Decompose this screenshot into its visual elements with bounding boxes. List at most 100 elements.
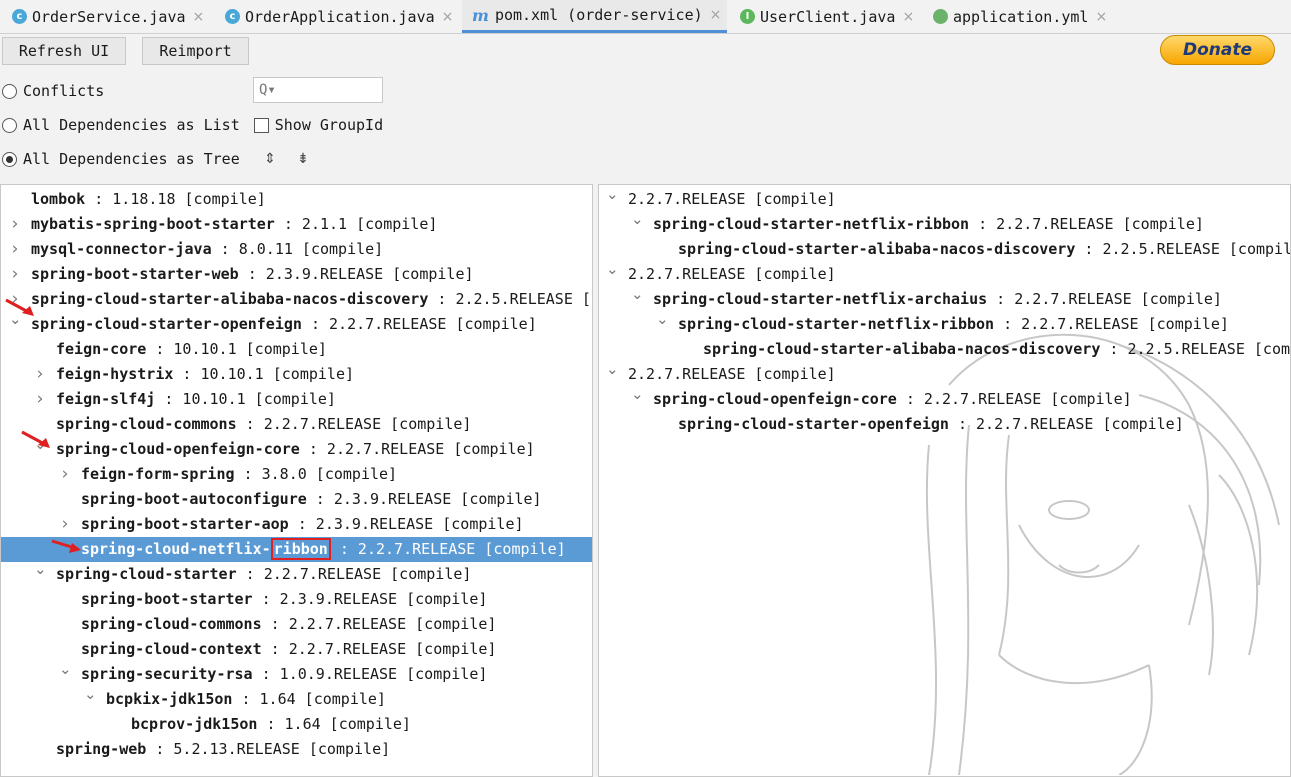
- reimport-button[interactable]: Reimport: [142, 37, 249, 65]
- chevron-down-icon[interactable]: ⌄: [606, 257, 619, 282]
- tree-row[interactable]: › feign-slf4j : 10.10.1 [compile]: [1, 387, 592, 412]
- tree-row[interactable]: spring-cloud-starter-alibaba-nacos-disco…: [599, 337, 1290, 362]
- dependency-version: : 10.10.1 [compile]: [173, 365, 355, 383]
- chevron-down-icon[interactable]: ⌄: [606, 185, 619, 207]
- chevron-down-icon[interactable]: ⌄: [656, 307, 669, 332]
- chevron-down-icon[interactable]: ⌄: [59, 657, 72, 682]
- tree-option[interactable]: All Dependencies as Tree: [2, 150, 240, 168]
- dependency-name: spring-cloud-context: [81, 640, 262, 658]
- tree-row[interactable]: › spring-boot-starter-aop : 2.3.9.RELEASE…: [1, 512, 592, 537]
- expand-all-icon[interactable]: ⇕: [261, 150, 279, 168]
- list-option[interactable]: All Dependencies as List Show GroupId: [2, 116, 383, 134]
- tree-row[interactable]: lombok : 1.18.18 [compile]: [1, 187, 592, 212]
- tree-row[interactable]: › spring-boot-starter-web : 2.3.9.RELEASE…: [1, 262, 592, 287]
- dependency-name: feign-hystrix: [56, 365, 174, 383]
- spring-class-icon: c: [225, 9, 240, 24]
- tab-orderservice[interactable]: c OrderService.java ×: [12, 0, 204, 33]
- search-input[interactable]: Q▾: [253, 77, 383, 103]
- tree-label: All Dependencies as Tree: [23, 150, 240, 168]
- chevron-right-icon[interactable]: ›: [9, 212, 21, 237]
- chevron-right-icon[interactable]: ›: [59, 512, 71, 537]
- tree-row[interactable]: ⌄spring-cloud-openfeign-core : 2.2.7.REL…: [599, 385, 1290, 412]
- dependency-version: : 2.2.7.RELEASE [compile]: [896, 390, 1132, 408]
- tree-row[interactable]: spring-cloud-starter-openfeign : 2.2.7.R…: [599, 412, 1290, 437]
- list-radio[interactable]: [2, 117, 17, 133]
- chevron-down-icon[interactable]: ⌄: [84, 682, 97, 707]
- dependency-version: : 2.2.5.RELEASE [c: [428, 290, 593, 308]
- tree-row[interactable]: ⌄ 2.2.7.RELEASE [compile]: [599, 260, 1290, 287]
- chevron-down-icon[interactable]: ⌄: [631, 207, 644, 232]
- dependency-name: spring-cloud-openfeign-core: [56, 440, 300, 458]
- chevron-down-icon[interactable]: ⌄: [631, 282, 644, 307]
- dependency-version: : 2.2.5.RELEASE [compil: [1075, 240, 1291, 258]
- dependency-name: feign-form-spring: [81, 465, 235, 483]
- close-icon[interactable]: ×: [902, 9, 914, 25]
- tree-row[interactable]: › feign-hystrix : 10.10.1 [compile]: [1, 362, 592, 387]
- tab-userclient[interactable]: I UserClient.java ×: [740, 0, 914, 33]
- dependency-version: : 1.0.9.RELEASE [compile]: [252, 665, 488, 683]
- chevron-down-icon[interactable]: ⌄: [606, 357, 619, 382]
- tree-row[interactable]: ⌄ spring-cloud-starter-netflix-ribbon : 2…: [599, 310, 1290, 337]
- tree-row[interactable]: spring-cloud-context : 2.2.7.RELEASE [co…: [1, 637, 592, 662]
- chevron-down-icon[interactable]: ⌄: [34, 557, 47, 582]
- tab-orderapplication[interactable]: c OrderApplication.java ×: [225, 0, 453, 33]
- dependency-name: feign-core: [56, 340, 147, 358]
- chevron-down-icon[interactable]: ⌄: [631, 382, 644, 407]
- tree-row[interactable]: spring-boot-starter : 2.3.9.RELEASE [com…: [1, 587, 592, 612]
- dependency-name: spring-boot-starter-aop: [81, 515, 289, 533]
- show-groupid-checkbox[interactable]: [253, 117, 269, 133]
- refresh-ui-button[interactable]: Refresh UI: [2, 37, 126, 65]
- tree-row[interactable]: ⌄ spring-cloud-starter : 2.2.7.RELEASE [c…: [1, 560, 592, 587]
- tree-row[interactable]: › mybatis-spring-boot-starter : 2.1.1 [co…: [1, 212, 592, 237]
- tree-row[interactable]: bcprov-jdk15on : 1.64 [compile]: [1, 712, 592, 737]
- dependency-name: spring-boot-starter-web: [31, 265, 239, 283]
- conflicts-radio[interactable]: [2, 83, 17, 99]
- chevron-right-icon[interactable]: ›: [34, 387, 46, 412]
- dependency-name: spring-boot-starter: [81, 590, 253, 608]
- tab-pom-xml[interactable]: m pom.xml (order-service) ×: [462, 0, 728, 33]
- dependency-name: spring-boot-autoconfigure: [81, 490, 307, 508]
- close-icon[interactable]: ×: [710, 7, 722, 23]
- list-label: All Dependencies as List: [23, 116, 240, 134]
- interface-icon: I: [740, 9, 755, 24]
- tree-row[interactable]: ⌄ 2.2.7.RELEASE [compile]: [599, 360, 1290, 387]
- dependency-version: : 2.2.7.RELEASE [compile]: [261, 615, 497, 633]
- conflicts-option[interactable]: Conflicts: [2, 82, 104, 100]
- dependency-version: : 10.10.1 [compile]: [146, 340, 327, 358]
- dependency-version: : 1.64 [compile]: [232, 690, 386, 708]
- close-icon[interactable]: ×: [442, 9, 454, 25]
- chevron-right-icon[interactable]: ›: [59, 462, 71, 487]
- tree-row[interactable]: spring-cloud-netflix-ribbon : 2.2.7.RELE…: [1, 537, 592, 562]
- conflicts-label: Conflicts: [23, 82, 105, 100]
- dependency-name: spring-cloud-starter-openfeign: [678, 415, 949, 433]
- tree-row[interactable]: ⌄spring-cloud-openfeign-core : 2.2.7.REL…: [1, 435, 592, 462]
- dependency-version: : 2.2.7.RELEASE [compile]: [330, 540, 566, 558]
- tree-row[interactable]: ⌄ spring-cloud-starter-netflix-archaius :…: [599, 285, 1290, 312]
- tree-row[interactable]: ⌄ spring-cloud-starter-openfeign : 2.2.7.…: [1, 310, 592, 337]
- collapse-all-icon[interactable]: ⇟: [294, 150, 312, 168]
- tree-row[interactable]: spring-cloud-starter-alibaba-nacos-disco…: [599, 237, 1290, 262]
- chevron-right-icon[interactable]: ›: [9, 237, 21, 262]
- close-icon[interactable]: ×: [1095, 9, 1107, 25]
- chevron-right-icon[interactable]: ›: [9, 262, 21, 287]
- donate-button[interactable]: Donate: [1160, 35, 1275, 65]
- tree-radio[interactable]: [2, 151, 17, 167]
- tree-row[interactable]: › mysql-connector-java : 8.0.11 [compile]: [1, 237, 592, 262]
- annotation-arrow-icon: [21, 430, 50, 448]
- close-icon[interactable]: ×: [193, 9, 205, 25]
- tree-row[interactable]: ⌄ 2.2.7.RELEASE [compile]: [599, 185, 1290, 212]
- tree-row[interactable]: › spring-cloud-starter-alibaba-nacos-disc…: [1, 287, 592, 312]
- tree-row[interactable]: ⌄ spring-cloud-starter-netflix-ribbon : 2…: [599, 210, 1290, 237]
- dependency-version: : 2.2.7.RELEASE [compile]: [969, 215, 1204, 233]
- tab-application-yml[interactable]: application.yml ×: [933, 0, 1107, 33]
- tree-row[interactable]: spring-boot-autoconfigure : 2.3.9.RELEAS…: [1, 487, 592, 512]
- chevron-right-icon[interactable]: ›: [34, 362, 46, 387]
- tree-row[interactable]: ⌄ bcpkix-jdk15on : 1.64 [compile]: [1, 685, 592, 712]
- tree-row[interactable]: feign-core : 10.10.1 [compile]: [1, 337, 592, 362]
- tree-row[interactable]: › feign-form-spring : 3.8.0 [compile]: [1, 462, 592, 487]
- dependency-version: : 1.18.18 [compile]: [85, 190, 266, 208]
- tree-row[interactable]: spring-cloud-commons : 2.2.7.RELEASE [co…: [1, 412, 592, 437]
- tree-row[interactable]: spring-cloud-commons : 2.2.7.RELEASE [co…: [1, 612, 592, 637]
- tree-row[interactable]: spring-web : 5.2.13.RELEASE [compile]: [1, 737, 592, 762]
- dependency-version: : 2.2.5.RELEASE [comp: [1100, 340, 1291, 358]
